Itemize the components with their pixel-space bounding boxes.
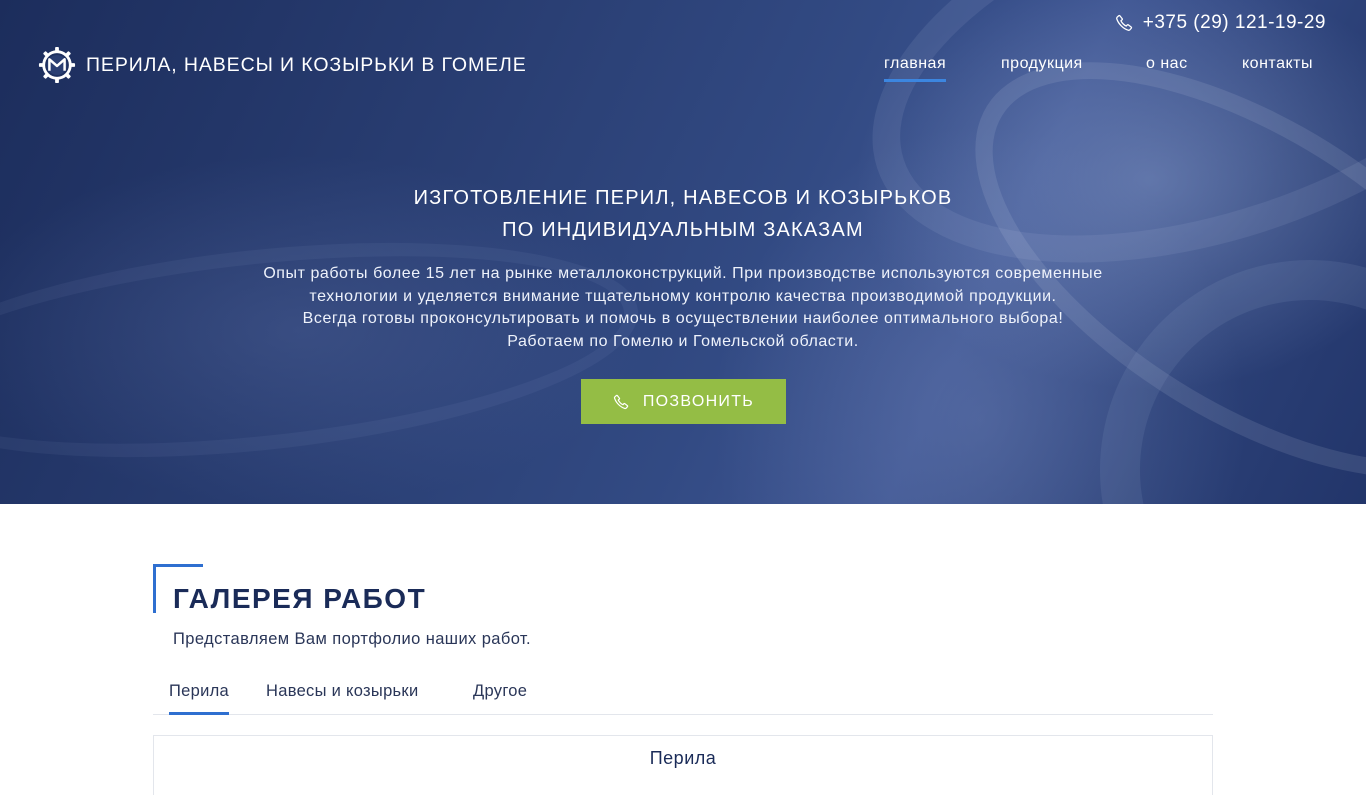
section-title-accent [153,564,156,613]
panel-title: Перила [649,748,717,768]
nav-item-home[interactable]: главная [884,55,947,82]
call-button[interactable]: ПОЗВОНИТЬ [581,379,786,424]
gallery-subtitle: Представляем Вам портфолио наших работ. [173,630,532,648]
hero-text-line: Работаем по Гомелю и Гомельской области. [507,333,859,351]
hero-heading: ИЗГОТОВЛЕНИЕ ПЕРИЛ, НАВЕСОВ И КОЗЫРЬКОВ … [0,182,1366,246]
nav-item-products[interactable]: продукция [1001,55,1083,79]
gallery-tabs: Перила Навесы и козырьки Другое [153,672,1213,715]
nav-item-about[interactable]: о нас [1146,55,1188,79]
tab-railings[interactable]: Перила [169,682,230,715]
hero-heading-line: ИЗГОТОВЛЕНИЕ ПЕРИЛ, НАВЕСОВ И КОЗЫРЬКОВ [413,187,953,209]
main-nav: главная продукция о нас контакты [0,55,1366,85]
hero-text-line: Всегда готовы проконсультировать и помоч… [302,310,1064,328]
phone-icon [613,394,629,409]
hero-heading-line: ПО ИНДИВИДУАЛЬНЫМ ЗАКАЗАМ [502,219,864,241]
tab-other[interactable]: Другое [473,682,527,715]
section-title-accent [153,564,203,567]
hero-section: ПЕРИЛА, НАВЕСЫ И КОЗЫРЬКИ В ГОМЕЛЕ +375 … [0,0,1366,504]
header-phone[interactable]: +375 (29) 121-19-29 [1115,12,1326,34]
hero-description: Опыт работы более 15 лет на рынке металл… [0,263,1366,354]
phone-icon [1115,14,1132,31]
tab-canopies[interactable]: Навесы и козырьки [266,682,418,715]
hero-text-line: Опыт работы более 15 лет на рынке металл… [263,265,1103,282]
hero-text-line: технологии и уделяется внимание тщательн… [309,287,1057,305]
gallery-title: ГАЛЕРЕЯ РАБОТ [173,583,427,614]
gallery-panel: Перила [153,735,1213,795]
call-button-label: ПОЗВОНИТЬ [642,392,755,410]
phone-number[interactable]: +375 (29) 121-19-29 [1143,12,1326,34]
nav-item-contacts[interactable]: контакты [1242,55,1313,79]
